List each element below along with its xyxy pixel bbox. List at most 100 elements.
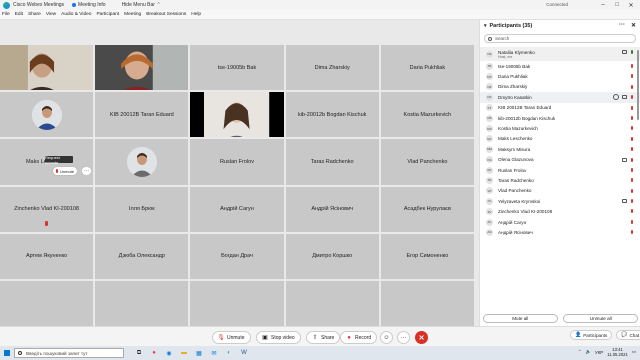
mic-muted-icon[interactable] (631, 178, 633, 183)
close-icon[interactable]: ✕ (624, 0, 638, 10)
participant-tile[interactable]: Андрій Ясінович (285, 186, 379, 232)
language-indicator[interactable]: УКР (595, 350, 603, 355)
notifications-icon[interactable]: ▭ (632, 349, 636, 355)
chat-bubble-icon[interactable] (613, 94, 619, 101)
participant-row[interactable]: DP Daria Pukhliak (480, 71, 640, 81)
mic-muted-icon[interactable] (631, 95, 633, 100)
participant-tile[interactable]: kib-20012b Bogdan Kischuk (285, 92, 379, 138)
participant-row[interactable]: RF Ruslan Frolov (480, 165, 640, 175)
participant-row[interactable]: VP Vlad Panchenko (480, 186, 640, 196)
participant-tile[interactable]: Taras Radchenko (285, 139, 379, 185)
participant-search-input[interactable]: Search (484, 34, 636, 43)
mic-muted-icon[interactable] (631, 64, 633, 68)
menu-item[interactable]: Breakout Sessions (146, 12, 186, 17)
participant-tile[interactable]: Kostia Mazurkevich (380, 92, 474, 138)
participant-tile[interactable]: Дзюба Олександр (95, 233, 189, 279)
volume-icon[interactable]: 🔈 (585, 349, 590, 355)
participant-tile[interactable]: Андрій Сагун (190, 186, 284, 232)
menu-item[interactable]: Meeting (124, 12, 141, 17)
participant-row[interactable]: KT KIB 20012B Taran Eduard (480, 103, 640, 113)
tile-unmute-button[interactable]: Unmute (53, 167, 77, 175)
clock[interactable]: 13:41 11.05.2021 (607, 347, 628, 357)
menu-item[interactable]: Audio & Video (61, 12, 91, 17)
panel-more-icon[interactable]: ··· (619, 22, 625, 28)
record-button[interactable]: ● Record (340, 331, 378, 344)
share-button[interactable]: ⇧ Share (306, 331, 341, 344)
menu-item[interactable]: Edit (15, 12, 23, 17)
participant-tile[interactable]: Dima Zharskiy (285, 45, 379, 91)
participant-tile[interactable] (190, 92, 284, 138)
mic-muted-icon[interactable] (631, 126, 633, 131)
more-options-button[interactable]: ··· (397, 331, 410, 344)
participants-tab[interactable]: 👤 Participants (570, 330, 613, 340)
participant-tile[interactable]: Ілля Брюк (95, 186, 189, 232)
participant-tile[interactable] (95, 139, 189, 185)
participant-tile[interactable]: tse-19005b Bak (190, 45, 284, 91)
participant-row[interactable]: TB tse-19005b Bak (480, 61, 640, 71)
participant-row[interactable]: DZ Dima Zharskiy (480, 82, 640, 92)
mail-icon[interactable]: ✉ (209, 348, 219, 358)
collapse-chevron-icon[interactable]: ▾ (484, 23, 487, 29)
maximize-icon[interactable]: □ (610, 0, 624, 10)
mic-muted-icon[interactable] (631, 219, 633, 224)
minimize-icon[interactable]: – (596, 0, 610, 10)
participant-tile[interactable]: Богдан Драч (190, 233, 284, 279)
mic-on-icon[interactable] (631, 50, 633, 54)
participant-row[interactable]: ML Maks Leschenko (480, 134, 640, 144)
word-icon[interactable]: W (239, 348, 249, 358)
reactions-button[interactable]: ☺ (380, 331, 393, 344)
participant-tile[interactable] (0, 92, 94, 138)
mic-muted-icon[interactable] (631, 209, 633, 214)
unmute-all-button[interactable]: Unmute all (563, 313, 639, 323)
participant-row[interactable]: АЯ Андрій Ясінович (480, 227, 640, 237)
participant-row[interactable]: KM Kostia Mazurkevich (480, 123, 640, 133)
participant-tile[interactable] (0, 45, 94, 91)
mic-muted-icon[interactable] (631, 147, 633, 152)
participant-tile[interactable]: Егор Симоненко (380, 233, 474, 279)
participant-tile[interactable]: KIB 20012B Taran Eduard (95, 92, 189, 138)
menu-item[interactable]: File (2, 12, 10, 17)
participant-tile[interactable]: Дмитро Коршко (285, 233, 379, 279)
menu-item[interactable]: Share (28, 12, 41, 17)
participant-row[interactable]: KB kib-20012b Bogdan Kischuk (480, 113, 640, 123)
leave-meeting-button[interactable]: ✕ (415, 331, 428, 344)
edge-icon[interactable]: ◉ (164, 348, 174, 358)
participant-tile[interactable]: Vlad Panchenko (380, 139, 474, 185)
meeting-info-button[interactable]: Meeting Info (72, 2, 114, 8)
participant-tile[interactable]: Daria Pukhliak (380, 45, 474, 91)
webex-app-icon[interactable]: ◐ (224, 348, 234, 358)
windows-start-icon[interactable] (0, 346, 14, 360)
file-explorer-icon[interactable]: ▬ (179, 348, 189, 358)
mute-all-button[interactable]: Mute all (482, 313, 558, 323)
menu-item[interactable]: Participant (96, 12, 119, 17)
participant-row[interactable]: YK Yelyzaveta Krymskoi (480, 196, 640, 206)
chrome-icon[interactable]: ● (149, 348, 159, 358)
participant-tile[interactable] (95, 45, 189, 91)
participant-tile[interactable]: Ruslan Frolov (190, 139, 284, 185)
menu-item[interactable]: Help (191, 12, 201, 17)
mic-muted-icon[interactable] (631, 84, 633, 89)
unmute-button[interactable]: 🎙 Unmute (212, 331, 251, 344)
tile-more-button[interactable]: ··· (82, 167, 91, 175)
mic-muted-icon[interactable] (631, 167, 633, 172)
participant-row[interactable]: ZV Zinchenko Vlad KI-200108 (480, 206, 640, 216)
chat-tab[interactable]: 💬 Chat (616, 330, 640, 340)
stop-video-button[interactable]: ▣ Stop video (256, 331, 301, 344)
mic-muted-icon[interactable] (631, 115, 633, 120)
participant-list-scrollbar[interactable] (637, 50, 639, 120)
hide-menu-bar-button[interactable]: Hide Menu Bar ⌃ (122, 2, 161, 8)
menu-item[interactable]: View (46, 12, 56, 17)
network-icon[interactable]: ⌃ (578, 349, 582, 355)
participant-tile[interactable]: Zinchenko Vlad KI-200108 (0, 186, 94, 232)
participant-row[interactable]: NK Nataliia Klymenko Host, me (480, 47, 640, 61)
panel-close-icon[interactable]: ✕ (631, 22, 636, 29)
participant-row[interactable]: АС Андрій Сагун (480, 217, 640, 227)
participant-tile[interactable]: Асадбек Нурулаєв (380, 186, 474, 232)
taskbar-search-input[interactable]: Введіть пошуковий запит тут (14, 348, 124, 358)
mic-muted-icon[interactable] (631, 230, 633, 235)
mic-muted-icon[interactable] (631, 136, 633, 141)
store-icon[interactable]: ▦ (194, 348, 204, 358)
mic-muted-icon[interactable] (631, 74, 633, 79)
participant-tile[interactable]: Артем Якуненко (0, 233, 94, 279)
participant-row[interactable]: DK Dmytro Kasatkin (480, 92, 640, 103)
